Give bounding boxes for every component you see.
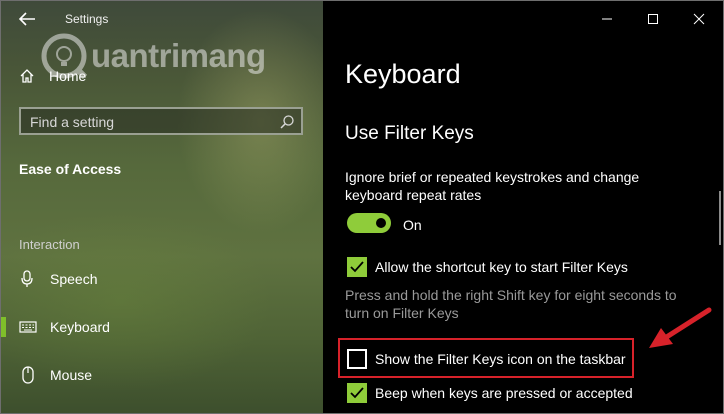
mouse-icon bbox=[22, 366, 34, 384]
sidebar-item-keyboard[interactable]: Keyboard bbox=[1, 313, 323, 341]
page-title: Keyboard bbox=[345, 59, 461, 89]
main-panel: Keyboard Use Filter Keys Ignore brief or… bbox=[323, 1, 723, 413]
sidebar-item-label: Keyboard bbox=[50, 319, 110, 335]
minimize-icon bbox=[602, 18, 612, 20]
window-title: Settings bbox=[65, 12, 109, 26]
keyboard-icon bbox=[19, 321, 37, 333]
section-heading: Ease of Access bbox=[19, 161, 122, 177]
sidebar-item-speech[interactable]: Speech bbox=[1, 265, 323, 293]
nav-home-label: Home bbox=[49, 68, 87, 84]
taskbar-icon-checkbox[interactable] bbox=[347, 349, 367, 369]
maximize-icon bbox=[648, 14, 658, 24]
close-button[interactable] bbox=[689, 9, 709, 29]
back-arrow-icon[interactable] bbox=[15, 7, 39, 31]
shortcut-key-label: Allow the shortcut key to start Filter K… bbox=[375, 259, 628, 275]
nav-home[interactable]: Home bbox=[19, 65, 86, 87]
toggle-knob bbox=[376, 218, 386, 228]
minimize-button[interactable] bbox=[597, 9, 617, 29]
close-icon bbox=[693, 13, 705, 25]
scrollbar[interactable] bbox=[719, 191, 721, 245]
search-icon[interactable] bbox=[279, 114, 295, 130]
home-icon bbox=[20, 69, 34, 83]
selection-indicator bbox=[1, 317, 6, 337]
checkmark-icon bbox=[350, 261, 364, 273]
sidebar: Settings uantrimang Home Ease of Acces bbox=[1, 1, 323, 413]
filter-keys-toggle[interactable] bbox=[347, 213, 391, 233]
maximize-button[interactable] bbox=[643, 9, 663, 29]
checkmark-icon bbox=[350, 387, 364, 399]
search-box[interactable] bbox=[19, 107, 303, 135]
taskbar-icon-label: Show the Filter Keys icon on the taskbar bbox=[375, 351, 626, 367]
shortcut-key-checkbox[interactable] bbox=[347, 257, 367, 277]
red-arrow-icon bbox=[649, 307, 712, 348]
beep-label: Beep when keys are pressed or accepted bbox=[375, 385, 633, 401]
sidebar-item-mouse[interactable]: Mouse bbox=[1, 361, 323, 389]
sidebar-item-label: Speech bbox=[50, 271, 98, 287]
microphone-icon bbox=[21, 270, 33, 287]
search-input[interactable] bbox=[30, 113, 270, 131]
beep-checkbox[interactable] bbox=[347, 383, 367, 403]
toggle-state-label: On bbox=[403, 217, 422, 233]
settings-window: Settings uantrimang Home Ease of Acces bbox=[0, 0, 724, 414]
watermark-text: uantrimang bbox=[91, 37, 266, 74]
section-subtitle: Use Filter Keys bbox=[345, 123, 474, 144]
group-heading: Interaction bbox=[19, 237, 80, 252]
filter-keys-description: Ignore brief or repeated keystrokes and … bbox=[345, 169, 640, 203]
sidebar-item-label: Mouse bbox=[50, 367, 93, 383]
